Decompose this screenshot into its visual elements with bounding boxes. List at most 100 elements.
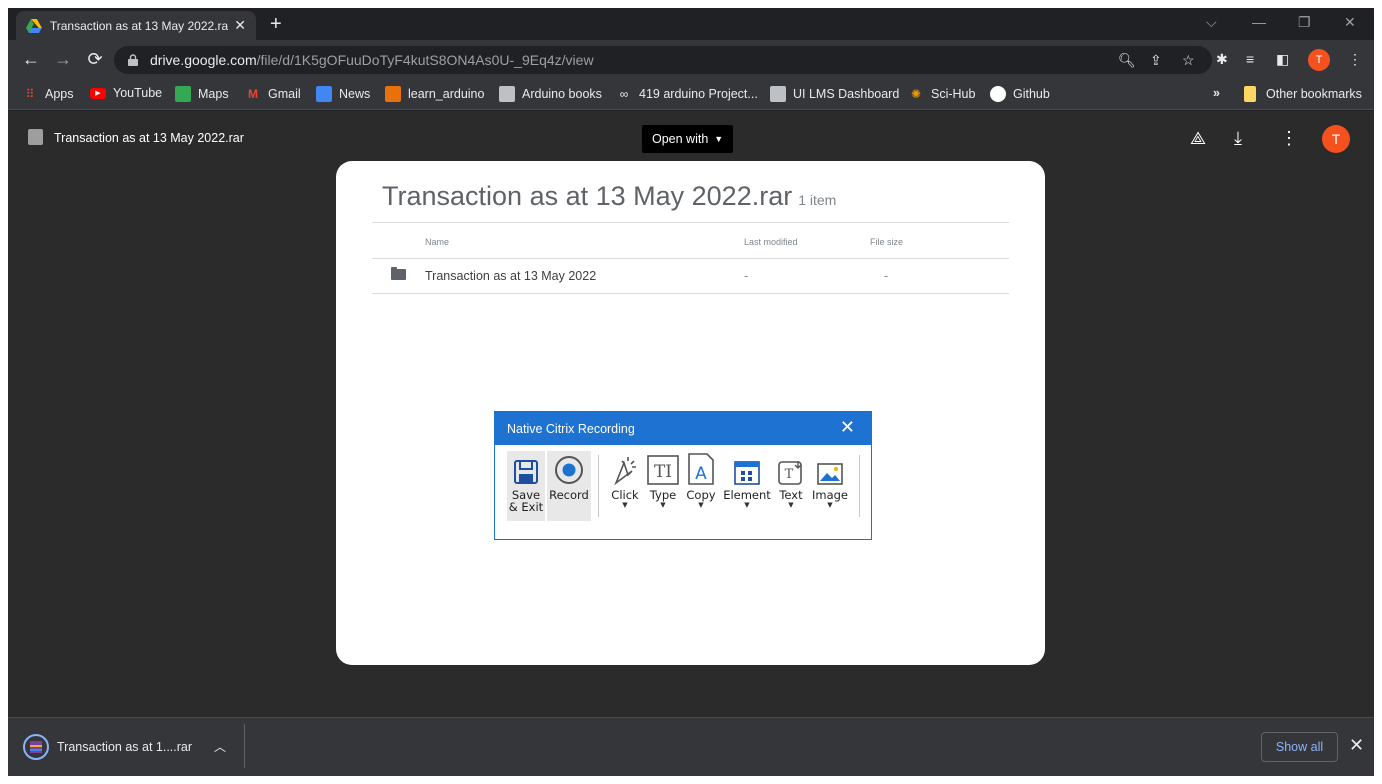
tab-search-icon[interactable]: ⌵ xyxy=(1206,14,1217,31)
bookmark-learn-arduino[interactable]: learn_arduino xyxy=(385,86,484,102)
bookmark-label: Apps xyxy=(45,87,74,101)
copy-label: Copy xyxy=(686,488,716,502)
download-file-name[interactable]: Transaction as at 1....rar xyxy=(57,740,192,754)
extensions-icon[interactable]: ✱ xyxy=(1216,51,1228,68)
url-path: /file/d/1K5gOFuuDoTyF4kutS8ON4As0U-_9Eq4… xyxy=(256,52,594,68)
save-exit-label: Save & Exit xyxy=(508,488,544,514)
bookmark-apps[interactable]: ⠿ Apps xyxy=(22,86,74,102)
caret-down-icon: ▼ xyxy=(744,501,750,509)
lms-icon xyxy=(770,86,786,102)
close-shelf-icon[interactable]: ✕ xyxy=(1349,736,1364,754)
maps-icon xyxy=(175,86,191,102)
image-label: Image xyxy=(811,488,849,502)
record-icon xyxy=(554,451,584,485)
element-label: Element xyxy=(723,488,771,502)
svg-text:T: T xyxy=(785,467,794,482)
type-button[interactable]: TI Type ▼ xyxy=(645,451,681,521)
menu-kebab-icon[interactable]: ⋮ xyxy=(1348,51,1362,68)
record-button[interactable]: Record xyxy=(547,451,591,521)
zoom-icon[interactable]: 🔍︎ xyxy=(1118,52,1136,69)
bookmark-arduino-books[interactable]: Arduino books xyxy=(499,86,602,102)
bookmark-419-arduino[interactable]: ∞ 419 arduino Project... xyxy=(616,86,758,102)
back-arrow-icon[interactable]: ← xyxy=(20,48,42,70)
download-shelf: Transaction as at 1....rar ︿ Show all ✕ xyxy=(8,717,1374,776)
bookmark-scihub[interactable]: ✺ Sci-Hub xyxy=(908,86,976,102)
element-button[interactable]: Element ▼ xyxy=(723,451,771,521)
divider xyxy=(244,724,245,768)
bookmark-maps[interactable]: Maps xyxy=(175,86,229,102)
divider xyxy=(372,293,1009,294)
infinity-icon: ∞ xyxy=(619,87,629,101)
row-name[interactable]: Transaction as at 13 May 2022 xyxy=(425,269,596,283)
viewer-file-title: Transaction as at 13 May 2022.rar xyxy=(54,131,244,145)
minimize-button[interactable]: — xyxy=(1252,14,1266,30)
other-bookmarks[interactable]: Other bookmarks xyxy=(1244,86,1362,102)
bookmarks-overflow[interactable]: » xyxy=(1213,86,1220,100)
text-label: Text xyxy=(779,488,803,502)
reload-icon[interactable]: ⟳ xyxy=(84,48,106,70)
close-window-button[interactable]: ✕ xyxy=(1344,14,1356,31)
chevron-up-icon[interactable]: ︿ xyxy=(214,738,226,755)
bookmark-lms[interactable]: UI LMS Dashboard xyxy=(770,86,899,102)
bookmark-label: Maps xyxy=(198,87,229,101)
bookmark-label: Gmail xyxy=(268,87,301,101)
lock-icon xyxy=(128,54,138,66)
address-bar[interactable]: drive.google.com /file/d/1K5gOFuuDoTyF4k… xyxy=(114,46,1212,74)
bookmark-label: 419 arduino Project... xyxy=(639,87,758,101)
tab-close-icon[interactable]: ✕ xyxy=(234,17,246,34)
side-panel-icon[interactable]: ◧ xyxy=(1276,51,1289,68)
save-exit-button[interactable]: Save & Exit xyxy=(507,451,545,521)
browser-tab[interactable]: Transaction as at 13 May 2022.rar ✕ xyxy=(16,11,256,40)
element-icon xyxy=(734,451,760,485)
copy-button[interactable]: A Copy ▼ xyxy=(683,451,719,521)
profile-avatar[interactable]: T xyxy=(1308,49,1330,71)
restore-button[interactable]: ❐ xyxy=(1298,14,1311,31)
new-tab-button[interactable]: + xyxy=(270,14,282,34)
close-icon[interactable]: ✕ xyxy=(840,418,855,436)
type-icon: TI xyxy=(647,451,679,485)
folder-icon xyxy=(1244,86,1256,102)
drive-viewer: Transaction as at 13 May 2022.rar Open w… xyxy=(8,111,1374,717)
bookmark-label: Arduino books xyxy=(522,87,602,101)
tab-title: Transaction as at 13 May 2022.rar xyxy=(49,18,229,33)
archive-title: Transaction as at 13 May 2022.rar 1 item xyxy=(382,181,836,212)
bookmark-youtube[interactable]: ▶ YouTube xyxy=(90,86,162,100)
gmail-icon: M xyxy=(248,87,258,101)
bookmark-label: YouTube xyxy=(113,86,163,100)
column-header-size: File size xyxy=(870,237,904,247)
click-button[interactable]: Click ▼ xyxy=(607,451,643,521)
bookmark-github[interactable]: Github xyxy=(990,86,1050,102)
archive-title-text: Transaction as at 13 May 2022.rar xyxy=(382,181,793,211)
forward-arrow-icon[interactable]: → xyxy=(52,48,74,70)
caret-down-icon: ▼ xyxy=(698,501,704,509)
bookmark-star-icon[interactable]: ☆ xyxy=(1182,52,1195,69)
copy-icon: A xyxy=(687,451,715,485)
arduino-icon xyxy=(385,86,401,102)
toolbar-separator xyxy=(598,455,599,517)
download-icon[interactable]: ⤓ xyxy=(1234,129,1242,147)
item-count: 1 item xyxy=(798,192,837,208)
bookmark-news[interactable]: News xyxy=(316,86,370,102)
open-with-label: Open with xyxy=(652,132,709,146)
reading-list-icon[interactable]: ≡ xyxy=(1246,51,1254,67)
news-icon xyxy=(316,86,332,102)
caret-down-icon: ▼ xyxy=(660,501,666,509)
account-avatar[interactable]: T xyxy=(1322,125,1350,153)
svg-text:A: A xyxy=(695,464,707,484)
text-button[interactable]: T Text ▼ xyxy=(775,451,807,521)
share-icon[interactable]: ⇪ xyxy=(1150,52,1162,69)
citrix-toolbar: Save & Exit Record Click ▼ TI Type ▼ A C… xyxy=(495,445,871,540)
more-options-icon[interactable]: ⋮ xyxy=(1280,129,1298,147)
bookmark-label: Sci-Hub xyxy=(931,87,976,101)
bookmark-label: learn_arduino xyxy=(408,87,485,101)
save-icon xyxy=(513,451,539,485)
image-button[interactable]: Image ▼ xyxy=(811,451,849,521)
show-all-button[interactable]: Show all xyxy=(1261,732,1338,762)
citrix-recording-dialog: Native Citrix Recording ✕ Save & Exit Rec… xyxy=(494,411,872,540)
row-modified: - xyxy=(744,269,749,283)
books-icon xyxy=(499,86,515,102)
bookmark-gmail[interactable]: M Gmail xyxy=(245,86,301,102)
other-bookmarks-label: Other bookmarks xyxy=(1266,87,1362,101)
add-to-drive-icon[interactable]: ⟁ xyxy=(1190,129,1206,147)
open-with-button[interactable]: Open with ▼ xyxy=(642,125,734,153)
